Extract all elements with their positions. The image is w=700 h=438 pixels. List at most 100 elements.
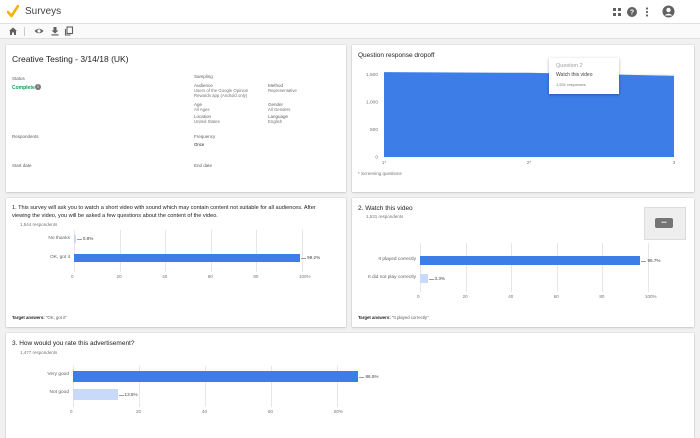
- value-connector: [118, 394, 124, 396]
- gridline: [302, 230, 303, 272]
- question-3-card: 3. How would you rate this advertisement…: [6, 333, 694, 438]
- dropoff-x-tick: 3: [673, 160, 676, 165]
- question-2-chart: 0 20 40 60 80 100% It played correctly 96.7% It …: [352, 198, 694, 327]
- gridline: [256, 230, 258, 272]
- bar-category-label: Very good: [47, 372, 69, 377]
- bar-value-label: 13.5%: [124, 391, 138, 397]
- gridline: [648, 243, 649, 292]
- x-axis-tick: 40: [162, 274, 168, 279]
- location-value: United States: [194, 119, 220, 124]
- bar: [420, 274, 428, 283]
- respondents-label: Respondents: [12, 134, 39, 139]
- question-1-card: 1. This survey will ask you to watch a s…: [6, 198, 346, 327]
- gridline: [511, 243, 513, 292]
- target-answers-value: "It played correctly": [391, 315, 429, 320]
- bar-value-label: 3.3%: [434, 275, 445, 281]
- status-label: Status: [12, 76, 25, 81]
- account-icon[interactable]: [662, 5, 675, 18]
- dropoff-y-tick: 0: [375, 155, 378, 161]
- target-answers-value: "OK, got it": [45, 315, 67, 320]
- method-value: Representative: [268, 88, 297, 93]
- end-date-label: End date: [194, 163, 213, 168]
- value-connector: [76, 239, 82, 240]
- tooltip-value: 1,531 responses: [556, 82, 586, 87]
- svg-text:?: ?: [630, 10, 634, 17]
- gridline: [210, 230, 212, 272]
- dropoff-y-tick: 500: [370, 127, 378, 133]
- gridline: [602, 243, 604, 292]
- dropoff-chart: 0 500 1,000 1,500 1* 2* 3: [366, 72, 676, 165]
- value-connector: [428, 278, 434, 280]
- value-connector: [301, 258, 307, 259]
- language-value: English: [268, 119, 283, 124]
- x-axis-tick: 80: [599, 294, 605, 299]
- question-2-card: 2. Watch this video 1,531 respondents ••…: [352, 198, 694, 327]
- x-axis-tick: 60: [268, 409, 274, 414]
- x-axis-tick: 100%: [645, 294, 657, 299]
- x-axis-tick: 60: [553, 294, 559, 299]
- dropoff-tooltip: Question 2 Watch this video 1,531 respon…: [549, 58, 619, 94]
- bar-value-label: 96.7%: [647, 257, 661, 263]
- gridline: [165, 230, 167, 272]
- copy-icon[interactable]: [64, 26, 74, 36]
- x-axis-tick: 0: [417, 294, 420, 299]
- preview-eye-icon[interactable]: [34, 26, 44, 36]
- question-2-target: Target answers: "It played correctly": [358, 315, 429, 320]
- gender-value: All Genders: [268, 107, 291, 112]
- bar-category-label: It did not play correctly: [368, 275, 416, 280]
- app-bar: Surveys ?: [0, 0, 700, 24]
- age-value: All Ages: [194, 107, 210, 112]
- bar-value-label: 86.5%: [365, 373, 379, 379]
- x-axis-tick: 100%: [299, 274, 311, 279]
- sampling-label: Sampling: [194, 74, 213, 79]
- x-axis-tick: 20: [462, 294, 468, 299]
- frequency-value: Once: [194, 142, 205, 147]
- x-axis-tick: 0: [71, 274, 74, 279]
- target-answers-label: Target answers:: [358, 315, 391, 320]
- bar-category-label: No thanks: [48, 236, 70, 241]
- frequency-label: Frequency: [194, 134, 216, 139]
- bar: [73, 389, 118, 400]
- gridline: [465, 243, 467, 292]
- tooltip-subtitle: Watch this video: [556, 72, 593, 78]
- surveys-logo-icon: [7, 5, 19, 18]
- bar-category-label: OK, got it: [50, 255, 70, 260]
- help-icon[interactable]: ?: [626, 6, 638, 18]
- bar: [73, 371, 359, 382]
- bar: [74, 254, 301, 262]
- toolbar: [0, 24, 700, 39]
- toolbar-divider: [24, 27, 25, 36]
- x-axis-tick: 40: [508, 294, 514, 299]
- question-1-target: Target answers: "OK, got it": [12, 315, 67, 320]
- bar: [74, 235, 76, 243]
- survey-title: Creative Testing - 3/14/18 (UK): [12, 54, 129, 64]
- bar-category-label: Not good: [49, 390, 69, 395]
- x-axis-tick: 20: [116, 274, 122, 279]
- value-connector: [359, 376, 365, 378]
- bar-value-label: 99.2%: [307, 255, 321, 260]
- dropoff-x-tick: 2*: [527, 160, 532, 165]
- app-title: Surveys: [25, 6, 62, 17]
- x-axis-tick: 20: [136, 409, 142, 414]
- home-icon[interactable]: [8, 26, 18, 36]
- question-3-chart: 0 20 40 60 80% Very good 86.5% Not good 13.5%: [6, 333, 694, 438]
- x-axis-tick: 80: [253, 274, 259, 279]
- more-vert-icon[interactable]: [641, 6, 653, 18]
- response-dropoff-card: Question response dropoff * Screening qu…: [352, 45, 694, 192]
- gridline: [119, 230, 121, 272]
- apps-grid-icon[interactable]: [611, 6, 623, 18]
- status-value: Complete: [12, 85, 35, 91]
- bar-category-label: It played correctly: [378, 257, 416, 262]
- dropoff-area-series: [384, 72, 674, 157]
- download-icon[interactable]: [50, 26, 60, 36]
- bar: [420, 256, 641, 265]
- audience-value: Users of the Google Opinion Rewards app …: [194, 88, 249, 98]
- question-1-chart: 0 20 40 60 80 100% No thanks 0.8% OK, got it 99.2…: [6, 198, 346, 327]
- x-axis-tick: 60: [207, 274, 213, 279]
- survey-summary-card: Creative Testing - 3/14/18 (UK) Status C…: [6, 45, 346, 192]
- start-date-label: Start date: [12, 163, 32, 168]
- x-axis-tick: 40: [202, 409, 208, 414]
- x-axis-tick: 80%: [334, 409, 344, 414]
- info-icon[interactable]: i: [35, 84, 41, 90]
- tooltip-title: Question 2: [556, 63, 583, 69]
